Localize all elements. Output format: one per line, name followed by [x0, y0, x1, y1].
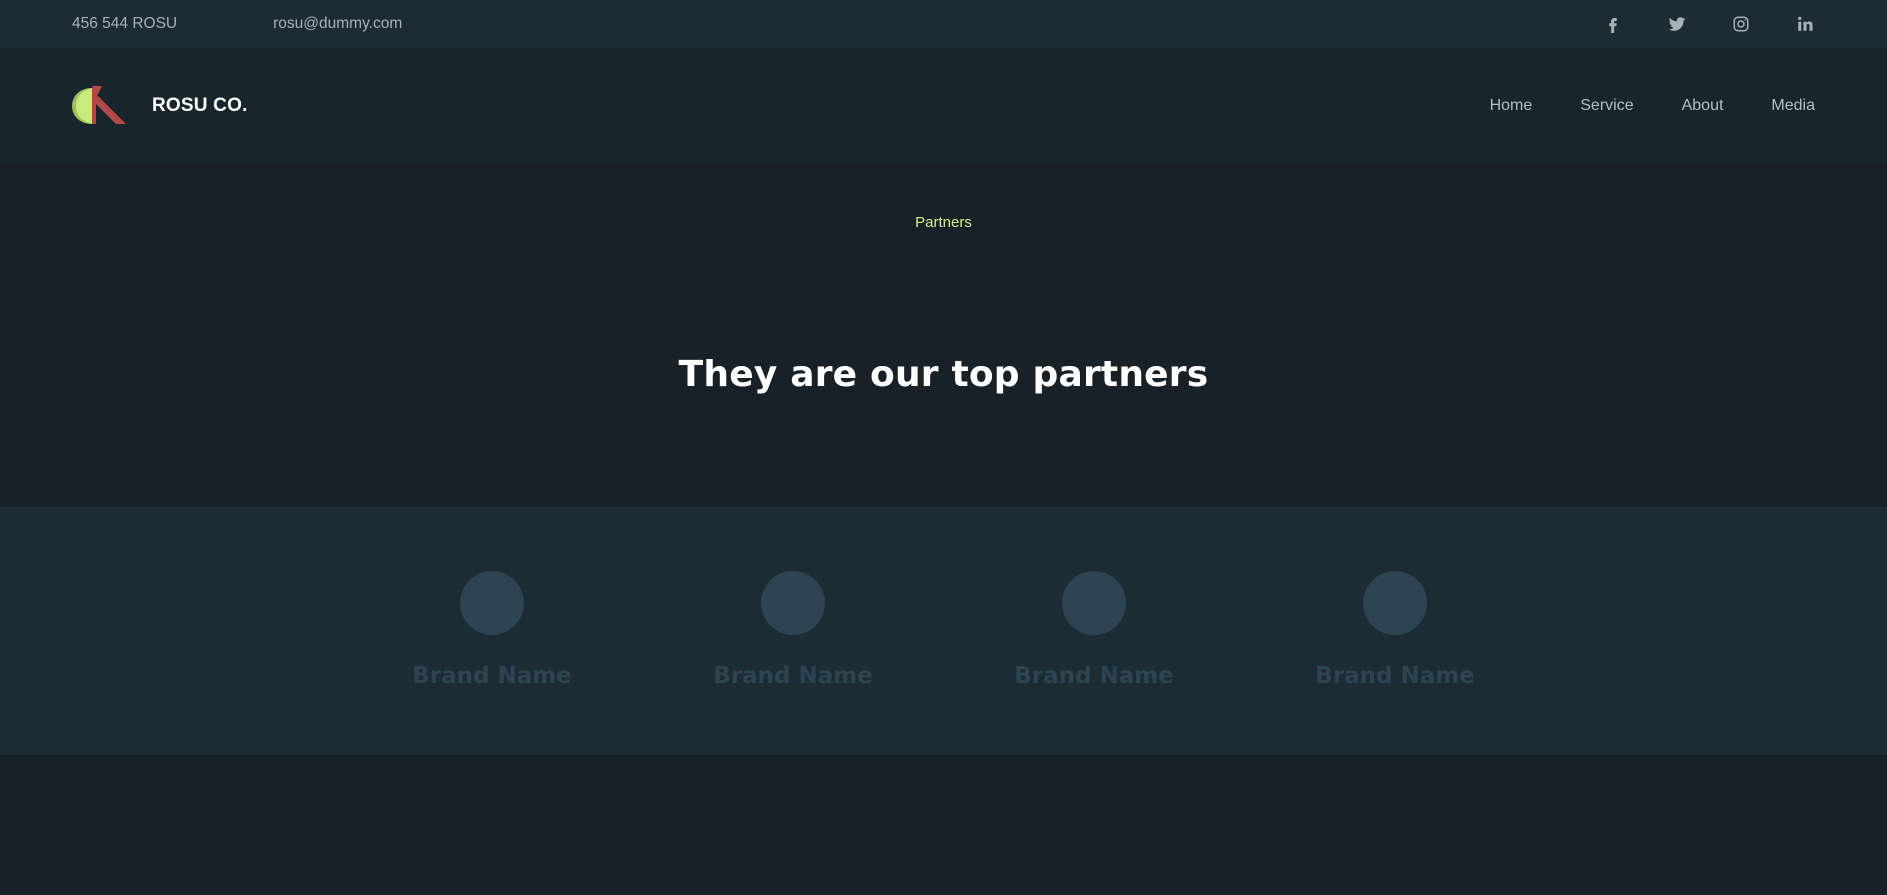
- facebook-icon[interactable]: [1603, 14, 1623, 34]
- nav-service[interactable]: Service: [1580, 97, 1633, 115]
- brand[interactable]: ROSU CO.: [72, 86, 248, 126]
- social-links: [1603, 14, 1815, 34]
- linkedin-icon[interactable]: [1795, 14, 1815, 34]
- partner-logo-placeholder: [460, 571, 524, 635]
- partners-list: Brand Name Brand Name Brand Name Brand N…: [0, 507, 1887, 755]
- partner-item[interactable]: Brand Name: [1245, 571, 1546, 689]
- brand-name: ROSU CO.: [152, 95, 248, 116]
- contact-info: 456 544 ROSU rosu@dummy.com: [72, 15, 402, 33]
- partner-name: Brand Name: [1315, 663, 1475, 689]
- main-nav: Home Service About Media: [1490, 97, 1815, 115]
- page-footer-space: [0, 755, 1887, 895]
- rosu-logo-icon: [72, 86, 126, 124]
- partners-hero: Partners They are our top partners: [0, 164, 1887, 507]
- section-eyebrow: Partners: [915, 214, 972, 231]
- partner-item[interactable]: Brand Name: [944, 571, 1245, 689]
- email-address[interactable]: rosu@dummy.com: [273, 15, 402, 33]
- nav-media[interactable]: Media: [1771, 97, 1815, 115]
- top-contact-bar: 456 544 ROSU rosu@dummy.com: [0, 0, 1887, 48]
- section-headline: They are our top partners: [678, 354, 1209, 395]
- partner-item[interactable]: Brand Name: [643, 571, 944, 689]
- instagram-icon[interactable]: [1731, 14, 1751, 34]
- partner-name: Brand Name: [412, 663, 572, 689]
- partner-item[interactable]: Brand Name: [342, 571, 643, 689]
- partner-name: Brand Name: [713, 663, 873, 689]
- partner-logo-placeholder: [1062, 571, 1126, 635]
- partner-logo-placeholder: [1363, 571, 1427, 635]
- nav-home[interactable]: Home: [1490, 97, 1533, 115]
- nav-about[interactable]: About: [1682, 97, 1724, 115]
- partner-name: Brand Name: [1014, 663, 1174, 689]
- site-header: ROSU CO. Home Service About Media: [0, 48, 1887, 164]
- phone-number[interactable]: 456 544 ROSU: [72, 15, 177, 33]
- twitter-icon[interactable]: [1667, 14, 1687, 34]
- partner-logo-placeholder: [761, 571, 825, 635]
